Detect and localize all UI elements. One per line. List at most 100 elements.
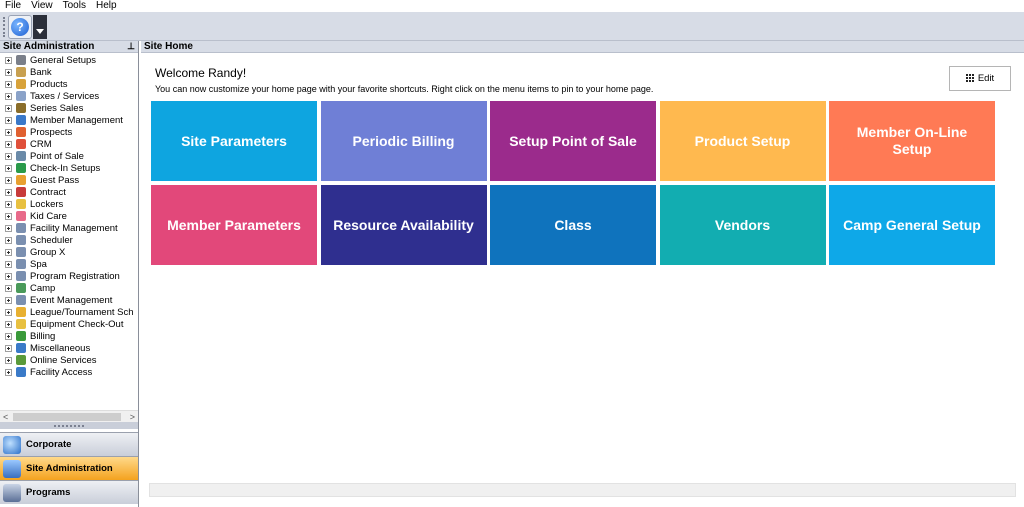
sidebar-item[interactable]: Program Registration: [0, 270, 138, 282]
shortcut-tile[interactable]: Member Parameters: [151, 185, 317, 265]
shortcut-tile[interactable]: Vendors: [659, 185, 826, 265]
sidebar-item-label: General Setups: [30, 54, 97, 66]
expand-icon[interactable]: [5, 152, 12, 160]
expand-icon[interactable]: [5, 368, 12, 376]
page-title: Site Home: [141, 41, 1024, 53]
expand-icon[interactable]: [5, 92, 12, 100]
edit-button[interactable]: Edit: [949, 66, 1011, 91]
sidebar-item[interactable]: Miscellaneous: [0, 342, 138, 354]
expand-icon[interactable]: [5, 296, 12, 304]
nav-corporate[interactable]: Corporate: [0, 432, 138, 456]
expand-icon[interactable]: [5, 224, 12, 232]
expand-icon[interactable]: [5, 56, 12, 64]
scroll-left-arrow[interactable]: <: [3, 412, 8, 422]
folder-icon: [16, 307, 26, 317]
sidebar-item[interactable]: Contract: [0, 186, 138, 198]
expand-icon[interactable]: [5, 320, 12, 328]
expand-icon[interactable]: [5, 284, 12, 292]
sidebar-item-label: Lockers: [30, 198, 64, 210]
sidebar-item[interactable]: Prospects: [0, 126, 138, 138]
expand-icon[interactable]: [5, 248, 12, 256]
sidebar-item-label: Contract: [30, 186, 66, 198]
shortcut-tile[interactable]: Member On-Line Setup: [829, 101, 995, 181]
sidebar-horizontal-scrollbar[interactable]: < >: [0, 410, 138, 422]
expand-icon[interactable]: [5, 308, 12, 316]
folder-icon: [16, 367, 26, 377]
expand-icon[interactable]: [5, 116, 12, 124]
menu-view[interactable]: View: [26, 0, 58, 12]
shortcut-tile[interactable]: Resource Availability: [320, 185, 487, 265]
toolbar-dropdown-button[interactable]: [33, 15, 47, 39]
expand-icon[interactable]: [5, 236, 12, 244]
sidebar-item-label: League/Tournament Sch: [30, 306, 134, 318]
folder-icon: [16, 319, 26, 329]
nav-site-administration[interactable]: Site Administration: [0, 456, 138, 480]
main-horizontal-scrollbar[interactable]: [149, 483, 1016, 497]
sidebar-item[interactable]: Billing: [0, 330, 138, 342]
dropdown-arrow-icon: [36, 29, 44, 34]
sidebar-item[interactable]: Products: [0, 78, 138, 90]
sidebar-item[interactable]: CRM: [0, 138, 138, 150]
menu-file[interactable]: File: [0, 0, 26, 12]
pin-icon[interactable]: ⊥: [127, 41, 135, 52]
sidebar-title: Site Administration: [3, 41, 95, 52]
grid-icon: [965, 74, 975, 83]
scroll-thumb[interactable]: [13, 413, 121, 421]
expand-icon[interactable]: [5, 80, 12, 88]
sidebar-item[interactable]: Bank: [0, 66, 138, 78]
sidebar-item[interactable]: Equipment Check-Out: [0, 318, 138, 330]
sidebar-splitter[interactable]: [0, 422, 138, 429]
expand-icon[interactable]: [5, 140, 12, 148]
sidebar-item[interactable]: Guest Pass: [0, 174, 138, 186]
sidebar-item[interactable]: Lockers: [0, 198, 138, 210]
expand-icon[interactable]: [5, 332, 12, 340]
sidebar-item[interactable]: Online Services: [0, 354, 138, 366]
sidebar-item-label: Prospects: [30, 126, 73, 138]
sidebar-item[interactable]: Member Management: [0, 114, 138, 126]
sidebar-item[interactable]: Kid Care: [0, 210, 138, 222]
expand-icon[interactable]: [5, 272, 12, 280]
sidebar-item[interactable]: General Setups: [0, 54, 138, 66]
globe-icon: [3, 435, 21, 454]
sidebar-item[interactable]: Event Management: [0, 294, 138, 306]
menu-tools[interactable]: Tools: [58, 0, 91, 12]
sidebar-item[interactable]: Point of Sale: [0, 150, 138, 162]
folder-icon: [16, 91, 26, 101]
scroll-right-arrow[interactable]: >: [130, 412, 135, 422]
menu-help[interactable]: Help: [91, 0, 122, 12]
sidebar-item[interactable]: Facility Access: [0, 366, 138, 378]
shortcut-tile[interactable]: Setup Point of Sale: [490, 101, 656, 181]
expand-icon[interactable]: [5, 260, 12, 268]
sidebar-item[interactable]: Facility Management: [0, 222, 138, 234]
shortcut-tile[interactable]: Product Setup: [659, 101, 826, 181]
toolbar-grip[interactable]: [3, 17, 5, 37]
expand-icon[interactable]: [5, 128, 12, 136]
expand-icon[interactable]: [5, 164, 12, 172]
nav-programs[interactable]: Programs: [0, 480, 138, 504]
expand-icon[interactable]: [5, 68, 12, 76]
sidebar-item[interactable]: Taxes / Services: [0, 90, 138, 102]
expand-icon[interactable]: [5, 188, 12, 196]
sidebar-item[interactable]: League/Tournament Sch: [0, 306, 138, 318]
expand-icon[interactable]: [5, 104, 12, 112]
help-button[interactable]: ?: [8, 15, 32, 39]
folder-icon: [16, 283, 26, 293]
sidebar-item[interactable]: Camp: [0, 282, 138, 294]
expand-icon[interactable]: [5, 344, 12, 352]
folder-icon: [16, 259, 26, 269]
programs-icon: [3, 483, 21, 502]
sidebar-item[interactable]: Spa: [0, 258, 138, 270]
sidebar-item[interactable]: Group X: [0, 246, 138, 258]
sidebar-item[interactable]: Check-In Setups: [0, 162, 138, 174]
expand-icon[interactable]: [5, 176, 12, 184]
sidebar-item[interactable]: Series Sales: [0, 102, 138, 114]
shortcut-tile[interactable]: Camp General Setup: [829, 185, 995, 265]
sidebar-item-label: Series Sales: [30, 102, 84, 114]
expand-icon[interactable]: [5, 212, 12, 220]
shortcut-tile[interactable]: Class: [490, 185, 656, 265]
expand-icon[interactable]: [5, 200, 12, 208]
shortcut-tile[interactable]: Periodic Billing: [320, 101, 487, 181]
expand-icon[interactable]: [5, 356, 12, 364]
sidebar-item[interactable]: Scheduler: [0, 234, 138, 246]
shortcut-tile[interactable]: Site Parameters: [151, 101, 317, 181]
